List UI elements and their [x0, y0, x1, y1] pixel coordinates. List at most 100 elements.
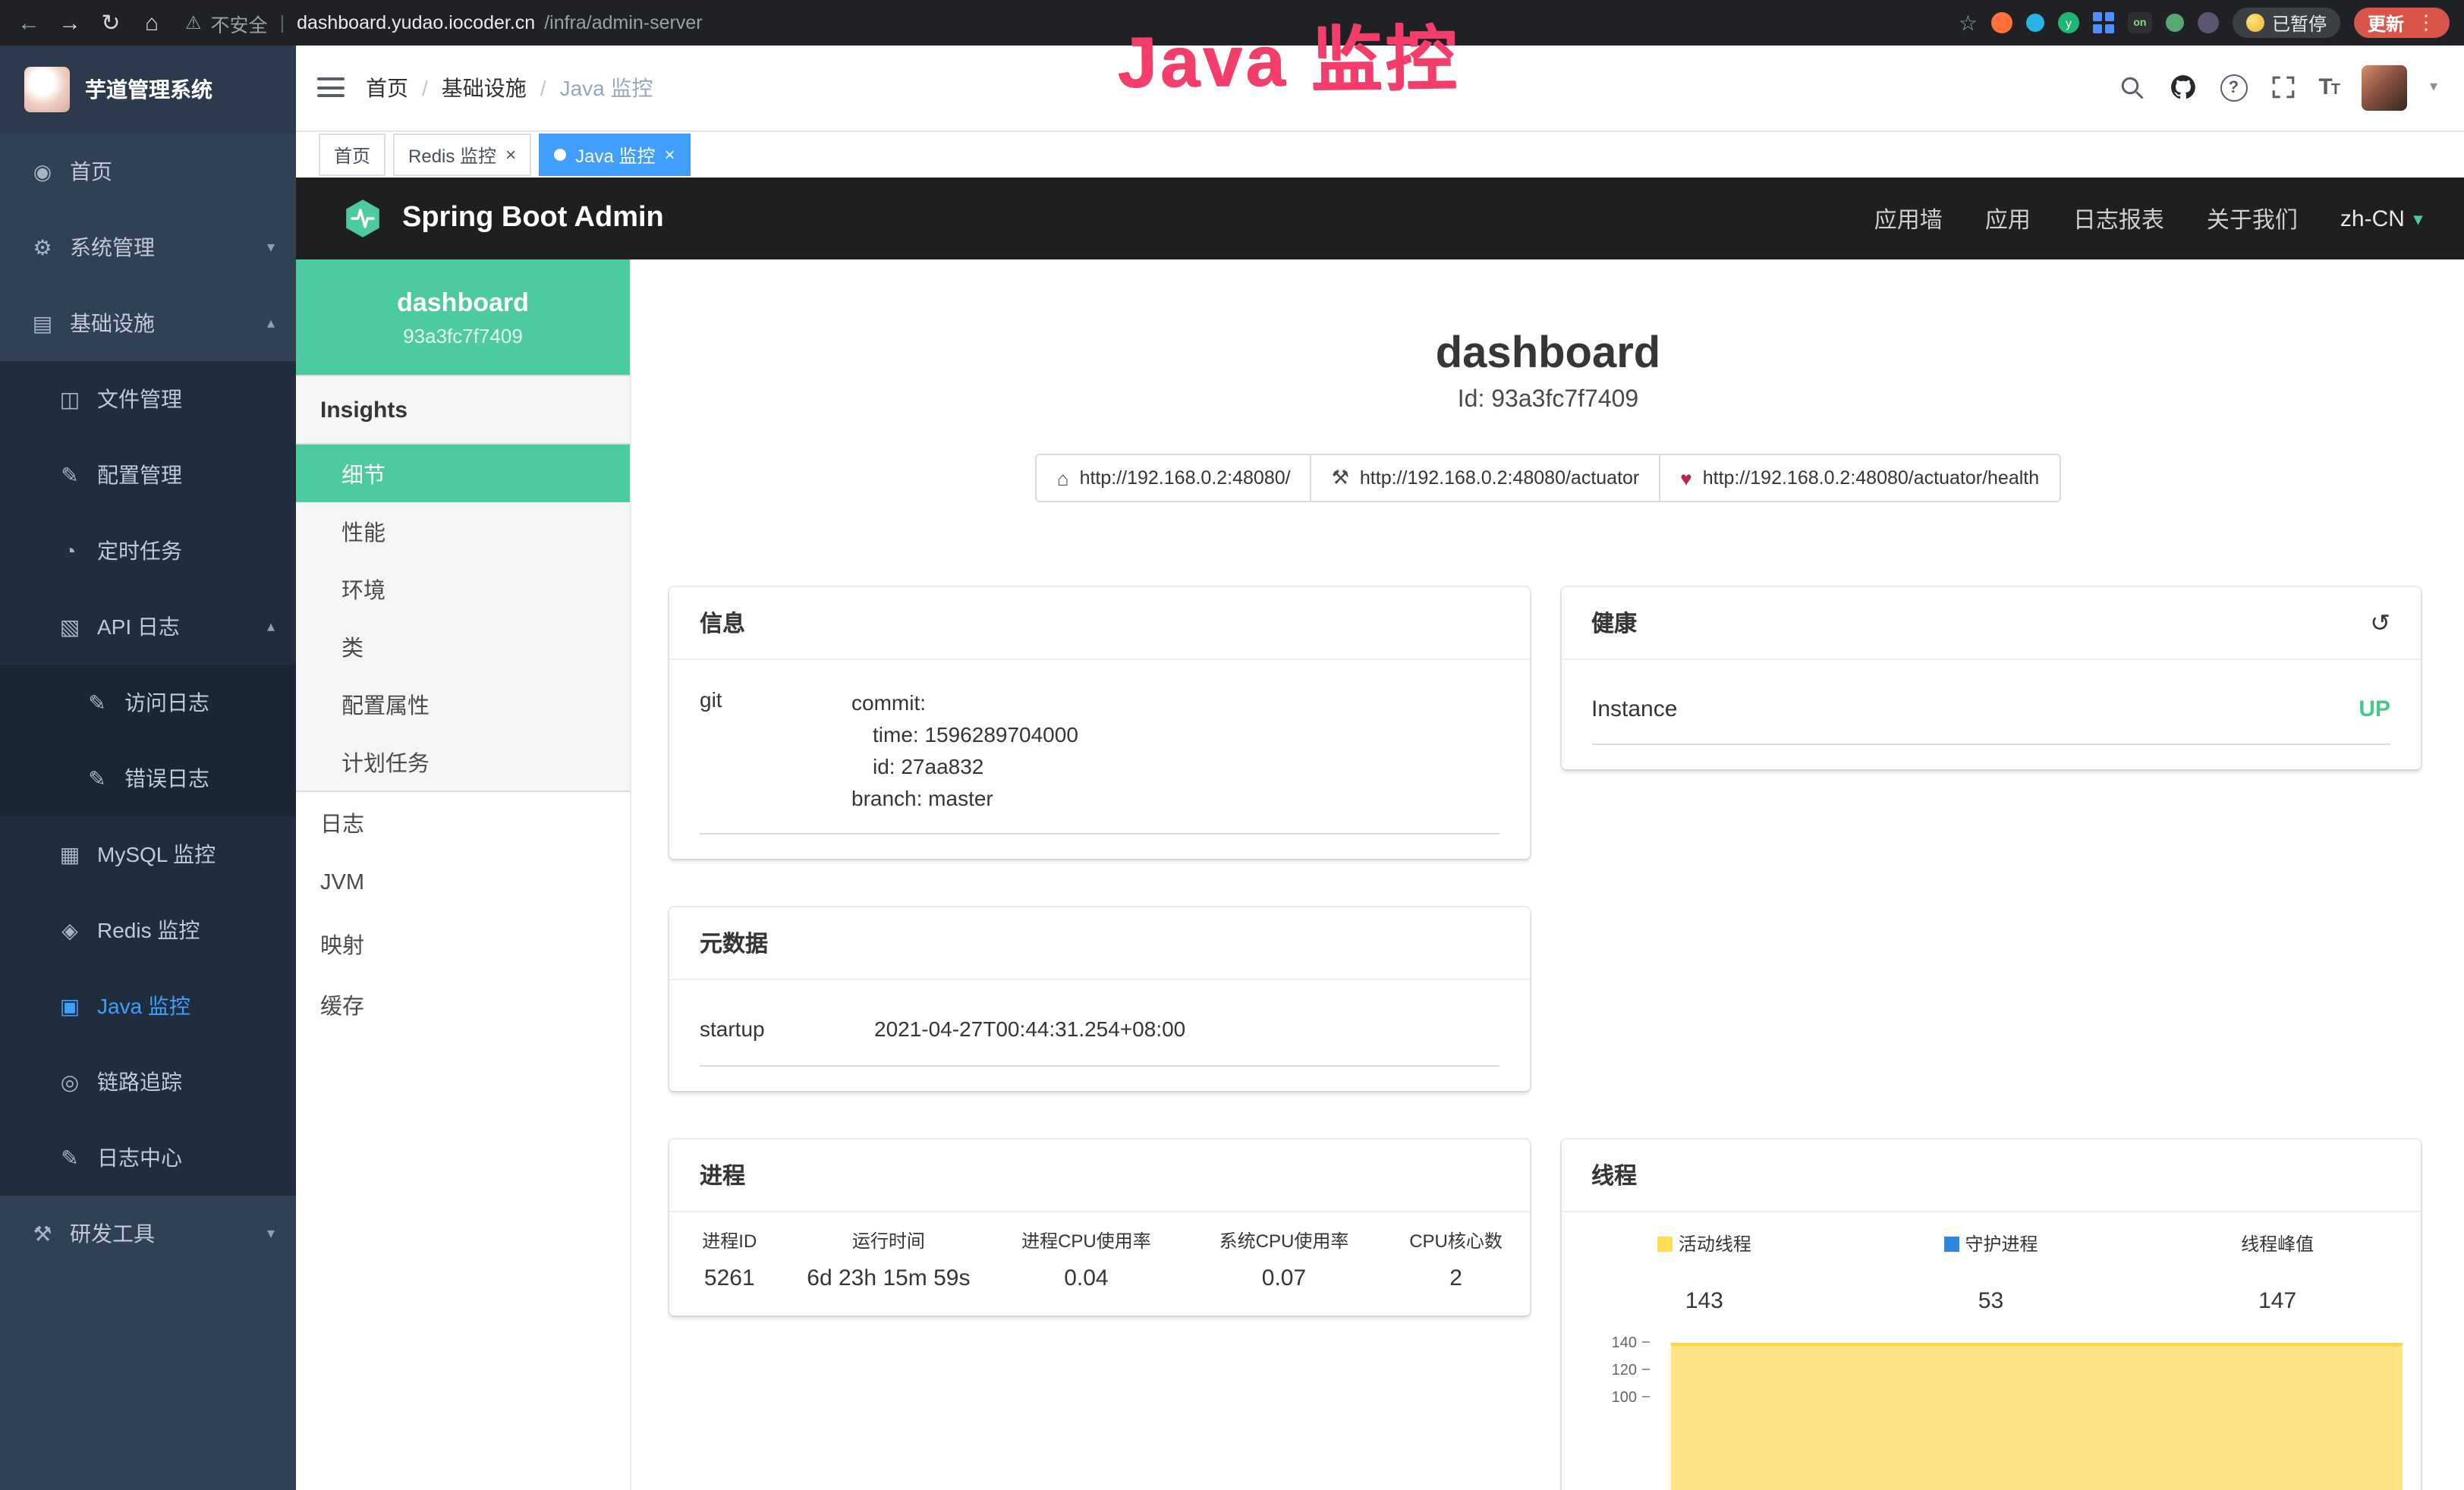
sidebar-item-error-log[interactable]: ✎错误日志 [0, 740, 296, 816]
bookmark-star-icon[interactable]: ☆ [1959, 10, 1978, 36]
extension-leaf-icon[interactable] [2166, 14, 2184, 32]
actuator-url-button[interactable]: ⚒http://192.168.0.2:48080/actuator [1311, 454, 1661, 502]
tab-java-monitor[interactable]: Java 监控× [539, 134, 690, 176]
sidebar-item-system-management[interactable]: ⚙系统管理▾ [0, 209, 296, 285]
process-card: 进程 进程ID 运行时间 进程CPU使用率 系统CPU使用率 CPU核心数 52… [669, 1140, 1529, 1316]
instance-url-button[interactable]: ⌂http://192.168.0.2:48080/ [1036, 454, 1312, 502]
extension-green-icon[interactable]: y [2058, 12, 2079, 33]
sba-sidebar-item-details[interactable]: 细节 [296, 445, 630, 502]
sba-nav-journal[interactable]: 日志报表 [2073, 203, 2164, 234]
sidebar-item-log-center[interactable]: ✎日志中心 [0, 1120, 296, 1196]
forward-icon[interactable]: → [56, 10, 83, 36]
sidebar-item-file-management[interactable]: ◫文件管理 [0, 361, 296, 437]
extension-blue-drop-icon[interactable] [2026, 14, 2044, 32]
sidebar-item-devtools[interactable]: ⚒研发工具▾ [0, 1196, 296, 1272]
heart-icon: ♥ [1680, 467, 1691, 489]
sidebar-item-label: MySQL 监控 [97, 839, 216, 869]
health-url-label: http://192.168.0.2:48080/actuator/health [1703, 467, 2039, 489]
breadcrumb-home[interactable]: 首页 [366, 73, 408, 103]
sidebar-item-label: 链路追踪 [97, 1067, 182, 1097]
sidebar-item-java-monitor[interactable]: ▣ Java 监控 [0, 968, 296, 1044]
process-col-value: 5261 [669, 1262, 790, 1316]
user-avatar[interactable] [2362, 65, 2407, 111]
tab-home[interactable]: 首页 [319, 134, 385, 176]
sba-sidebar-item-config-props[interactable]: 配置属性 [296, 675, 630, 733]
legend-label: 活动线程 [1679, 1234, 1751, 1255]
monitor-icon: ▣ [58, 993, 82, 1019]
breadcrumb-infrastructure[interactable]: 基础设施 [442, 73, 527, 103]
browser-menu-icon[interactable]: ⋮ [2416, 11, 2436, 35]
sba-nav-wallboard[interactable]: 应用墙 [1874, 203, 1943, 234]
font-size-icon[interactable]: TT [2318, 75, 2339, 101]
sidebar-item-api-log[interactable]: ▧API 日志▴ [0, 589, 296, 665]
sba-nav-about[interactable]: 关于我们 [2207, 203, 2298, 234]
sba-insights-group: 细节 性能 环境 类 配置属性 计划任务 [296, 445, 630, 792]
search-icon[interactable] [2118, 74, 2145, 102]
history-icon[interactable]: ↺ [2370, 608, 2390, 638]
sba-sidebar-item-classes[interactable]: 类 [296, 618, 630, 675]
sba-sidebar-item-metrics[interactable]: 性能 [296, 502, 630, 560]
threads-legend: 活动线程 守护进程 线程峰值 [1561, 1212, 2421, 1258]
close-icon[interactable]: × [664, 144, 675, 165]
process-col-value: 2 [1383, 1262, 1529, 1316]
status-badge: UP [2359, 696, 2390, 722]
sidebar-item-label: 首页 [70, 156, 112, 187]
extension-plugin-icon[interactable] [2198, 12, 2219, 33]
sba-sidebar-item-jvm[interactable]: JVM [296, 853, 630, 913]
extension-orange-icon[interactable] [1991, 12, 2012, 33]
health-row-instance: Instance UP [1591, 675, 2390, 745]
address-divider: | [277, 12, 288, 33]
paused-badge[interactable]: 已暂停 [2233, 8, 2340, 38]
sidebar-item-config-management[interactable]: ✎配置管理 [0, 437, 296, 513]
sba-instance-name: dashboard [397, 288, 529, 318]
sba-sidebar-item-environment[interactable]: 环境 [296, 560, 630, 618]
sidebar-item-label: 系统管理 [70, 232, 155, 262]
process-col-header: 系统CPU使用率 [1185, 1212, 1383, 1262]
eye-icon: ◎ [58, 1069, 82, 1095]
hamburger-icon[interactable] [317, 78, 345, 98]
sidebar-item-label: Java 监控 [97, 991, 190, 1021]
sba-sidebar-item-caches[interactable]: 缓存 [296, 974, 630, 1035]
github-icon[interactable] [2168, 74, 2197, 102]
fullscreen-icon[interactable] [2270, 75, 2296, 101]
sidebar-item-redis-monitor[interactable]: ◈Redis 监控 [0, 892, 296, 968]
app-logo[interactable]: 芋道管理系统 [0, 46, 296, 134]
active-threads-value: 143 [1561, 1276, 1848, 1314]
process-card-title: 进程 [700, 1159, 745, 1191]
sba-nav-applications[interactable]: 应用 [1985, 203, 2031, 234]
sba-sidebar-item-logs[interactable]: 日志 [296, 792, 630, 853]
tools-icon: ⚒ [30, 1221, 55, 1246]
help-icon[interactable]: ? [2220, 74, 2247, 102]
extension-grid-icon[interactable] [2093, 12, 2114, 33]
active-tab-dot [554, 149, 566, 161]
update-button-label: 更新 [2368, 10, 2404, 36]
sba-language-select[interactable]: zh-CN▾ [2340, 206, 2422, 231]
sidebar-item-mysql-monitor[interactable]: ▦MySQL 监控 [0, 816, 296, 892]
app-sidebar: 芋道管理系统 ◉首页 ⚙系统管理▾ ▤基础设施▴ ◫文件管理 ✎配置管理 ◔定时… [0, 46, 296, 1490]
chevron-down-icon: ▾ [267, 239, 275, 256]
sba-sidebar-item-scheduled-tasks[interactable]: 计划任务 [296, 733, 630, 791]
update-button[interactable]: 更新 ⋮ [2354, 8, 2450, 38]
sidebar-item-infrastructure[interactable]: ▤基础设施▴ [0, 285, 296, 361]
sidebar-item-tracing[interactable]: ◎ 链路追踪 [0, 1044, 296, 1120]
close-icon[interactable]: × [505, 144, 516, 165]
health-url-button[interactable]: ♥ http://192.168.0.2:48080/actuator/healt… [1659, 454, 2060, 502]
home-icon[interactable]: ⌂ [138, 10, 165, 36]
extension-on-icon[interactable]: on [2128, 12, 2152, 33]
chevron-down-icon[interactable]: ▾ [2430, 80, 2437, 96]
process-col-header: 运行时间 [790, 1212, 988, 1262]
sba-instance-header[interactable]: dashboard 93a3fc7f7409 [296, 259, 630, 375]
sidebar-item-home[interactable]: ◉首页 [0, 134, 296, 209]
process-col-value: 0.07 [1185, 1262, 1383, 1316]
tab-redis-monitor[interactable]: Redis 监控× [393, 134, 531, 176]
url-host: dashboard.yudao.iocoder.cn [297, 12, 535, 33]
back-icon[interactable]: ← [15, 10, 42, 36]
redis-icon: ◈ [58, 917, 82, 943]
reload-icon[interactable]: ↻ [97, 9, 124, 36]
address-bar[interactable]: ⚠ 不安全 | dashboard.yudao.iocoder.cn/infra… [179, 8, 1945, 37]
sidebar-item-access-log[interactable]: ✎访问日志 [0, 665, 296, 740]
wrench-icon: ⚒ [1332, 466, 1349, 490]
sba-sidebar-item-mappings[interactable]: 映射 [296, 913, 630, 974]
sidebar-item-scheduled-tasks[interactable]: ◔定时任务 [0, 513, 296, 589]
threads-chart: 140 120 100 [1585, 1335, 2406, 1490]
